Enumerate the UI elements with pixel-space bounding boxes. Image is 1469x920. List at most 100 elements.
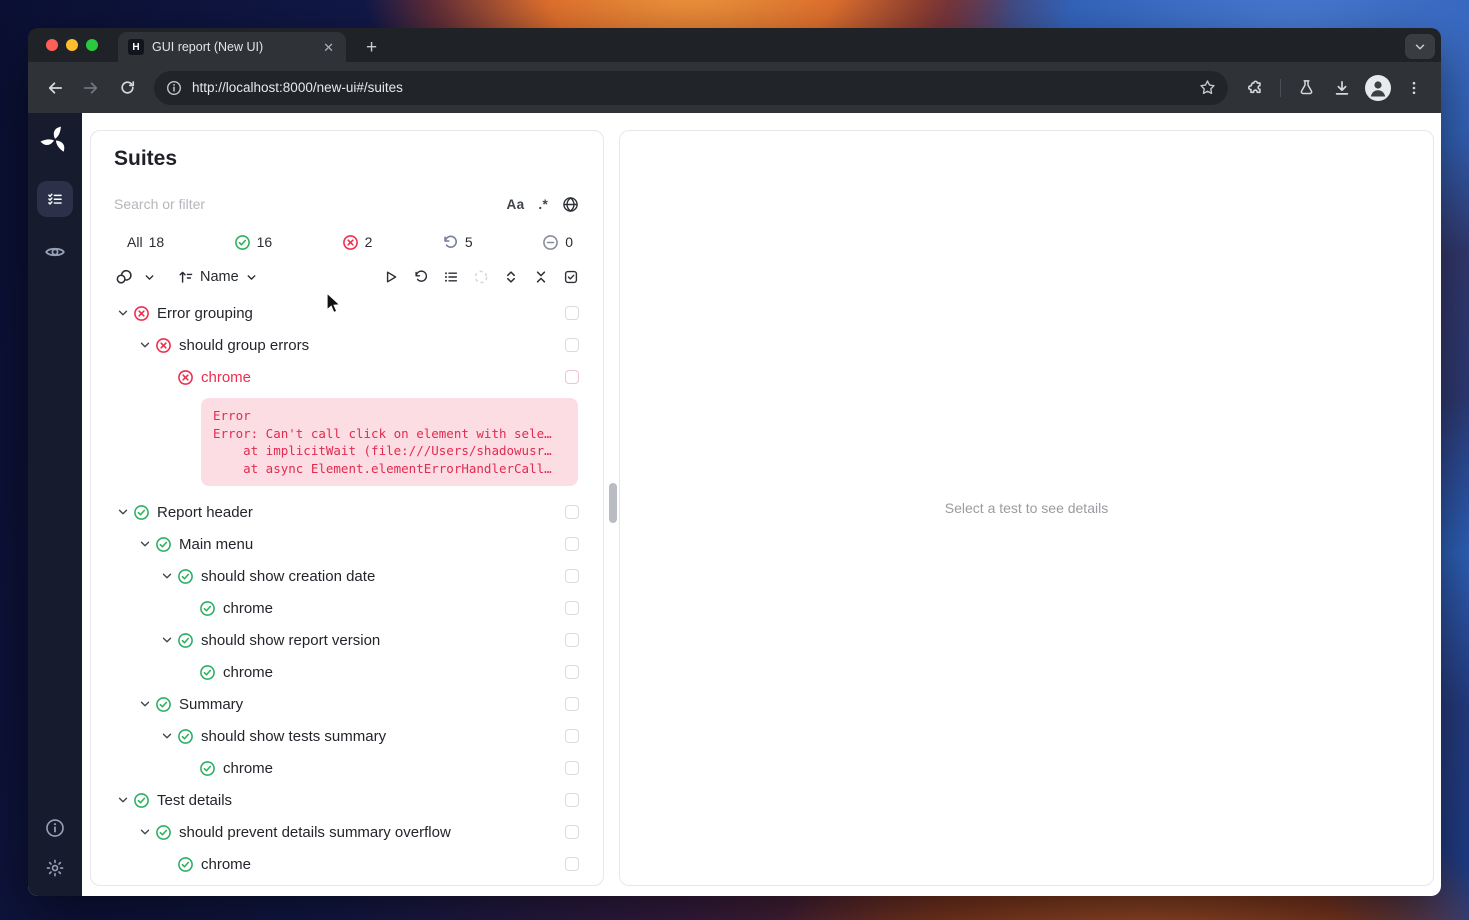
tree-row[interactable]: Report header xyxy=(91,496,603,528)
row-checkbox[interactable] xyxy=(565,306,579,320)
status-pass-icon xyxy=(198,600,216,616)
status-pass-icon xyxy=(132,504,150,520)
fullscreen-window-button[interactable] xyxy=(86,39,98,51)
status-filters: All18 16 2 5 0 xyxy=(127,227,573,257)
row-checkbox[interactable] xyxy=(565,505,579,519)
reload-button[interactable] xyxy=(110,71,144,105)
sidebar-item-suites[interactable] xyxy=(37,181,73,217)
status-pass-icon xyxy=(176,568,194,584)
tree-row[interactable]: chrome xyxy=(91,656,603,688)
expand-all-button[interactable] xyxy=(503,269,519,285)
tab-title: GUI report (New UI) xyxy=(152,40,311,54)
chevron-down-icon[interactable] xyxy=(136,536,154,552)
run-tests-button[interactable] xyxy=(383,269,399,285)
row-checkbox[interactable] xyxy=(565,537,579,551)
sort-button[interactable]: Name xyxy=(178,269,258,285)
group-by-button[interactable] xyxy=(114,267,134,287)
avatar xyxy=(1365,75,1391,101)
filter-count: 0 xyxy=(565,234,573,250)
tab-search-button[interactable] xyxy=(1405,34,1435,59)
downloads-button[interactable] xyxy=(1325,71,1359,105)
group-by-chevron-icon[interactable] xyxy=(143,271,156,284)
extensions-button[interactable] xyxy=(1238,71,1272,105)
url-bar[interactable]: http://localhost:8000/new-ui#/suites xyxy=(154,71,1228,105)
chevron-down-icon[interactable] xyxy=(158,728,176,744)
chevron-down-icon[interactable] xyxy=(158,568,176,584)
match-case-button[interactable]: Aa xyxy=(507,197,525,212)
tree-row[interactable]: chrome xyxy=(91,361,603,393)
row-checkbox[interactable] xyxy=(565,569,579,583)
back-button[interactable] xyxy=(38,71,72,105)
tree-row[interactable]: Summary xyxy=(91,688,603,720)
tree-row[interactable]: Main menu xyxy=(91,528,603,560)
collapse-icon xyxy=(533,269,549,285)
row-checkbox[interactable] xyxy=(565,601,579,615)
select-all-button[interactable] xyxy=(563,269,579,285)
suites-panel: Suites Aa .* All18 16 2 5 0 xyxy=(90,130,604,886)
close-window-button[interactable] xyxy=(46,39,58,51)
filter-retried[interactable]: 5 xyxy=(442,234,473,251)
row-checkbox[interactable] xyxy=(565,697,579,711)
tree-row[interactable]: should show creation date xyxy=(91,560,603,592)
row-checkbox[interactable] xyxy=(565,665,579,679)
search-input[interactable] xyxy=(114,196,493,212)
filter-failed[interactable]: 2 xyxy=(342,234,373,251)
settings-button[interactable] xyxy=(45,858,65,878)
chevron-down-icon[interactable] xyxy=(136,824,154,840)
info-button[interactable] xyxy=(45,818,65,838)
collapse-all-button[interactable] xyxy=(533,269,549,285)
list-icon xyxy=(443,269,459,285)
row-checkbox[interactable] xyxy=(565,370,579,384)
list-view-button[interactable] xyxy=(443,269,459,285)
browser-menu-button[interactable] xyxy=(1397,71,1431,105)
tree-row[interactable]: Test details xyxy=(91,784,603,816)
tree-row-label: chrome xyxy=(223,664,273,681)
new-tab-button[interactable]: + xyxy=(360,38,383,57)
chevron-down-icon[interactable] xyxy=(136,696,154,712)
chevron-down-icon[interactable] xyxy=(158,632,176,648)
forward-button[interactable] xyxy=(74,71,108,105)
scrollbar-thumb[interactable] xyxy=(609,483,617,523)
filter-count: 16 xyxy=(257,234,273,250)
filter-all[interactable]: All18 xyxy=(127,234,164,250)
sidebar-item-visual-checks[interactable] xyxy=(44,241,66,263)
status-pass-icon xyxy=(176,728,194,744)
tree-row[interactable]: should show report version xyxy=(91,624,603,656)
tree-row[interactable]: should show tests summary xyxy=(91,720,603,752)
row-checkbox[interactable] xyxy=(565,857,579,871)
tree-row[interactable]: Error grouping xyxy=(91,297,603,329)
tab-close-icon[interactable]: ✕ xyxy=(319,39,338,56)
row-checkbox[interactable] xyxy=(565,729,579,743)
row-checkbox[interactable] xyxy=(565,633,579,647)
bookmark-star-icon[interactable] xyxy=(1199,79,1216,96)
minimize-window-button[interactable] xyxy=(66,39,78,51)
retry-failed-button[interactable] xyxy=(413,269,429,285)
tree-row-label: Main menu xyxy=(179,536,253,553)
profile-button[interactable] xyxy=(1361,71,1395,105)
page-title: Suites xyxy=(114,145,603,173)
status-pass-icon xyxy=(154,824,172,840)
tree-row[interactable]: should prevent details summary overflow xyxy=(91,816,603,848)
url-text[interactable]: http://localhost:8000/new-ui#/suites xyxy=(192,80,1189,95)
chevron-down-icon[interactable] xyxy=(114,305,132,321)
regex-button[interactable]: .* xyxy=(538,197,548,212)
tree-row[interactable]: chrome xyxy=(91,592,603,624)
row-checkbox[interactable] xyxy=(565,825,579,839)
row-checkbox[interactable] xyxy=(565,761,579,775)
row-checkbox[interactable] xyxy=(565,793,579,807)
experiments-button[interactable] xyxy=(1289,71,1323,105)
tree-row[interactable]: should group errors xyxy=(91,329,603,361)
chevron-down-icon[interactable] xyxy=(136,337,154,353)
browser-tab[interactable]: H GUI report (New UI) ✕ xyxy=(118,32,346,62)
tree-row[interactable]: chrome xyxy=(91,848,603,880)
tree-row[interactable]: chrome xyxy=(91,752,603,784)
globe-icon[interactable] xyxy=(562,196,579,213)
chevron-down-icon[interactable] xyxy=(114,792,132,808)
focus-mode-button[interactable] xyxy=(473,269,489,285)
filter-passed[interactable]: 16 xyxy=(234,234,273,251)
row-checkbox[interactable] xyxy=(565,338,579,352)
site-info-icon[interactable] xyxy=(166,80,182,96)
filter-skipped[interactable]: 0 xyxy=(542,234,573,251)
chevron-down-icon[interactable] xyxy=(114,504,132,520)
search-row: Aa .* xyxy=(114,191,579,217)
